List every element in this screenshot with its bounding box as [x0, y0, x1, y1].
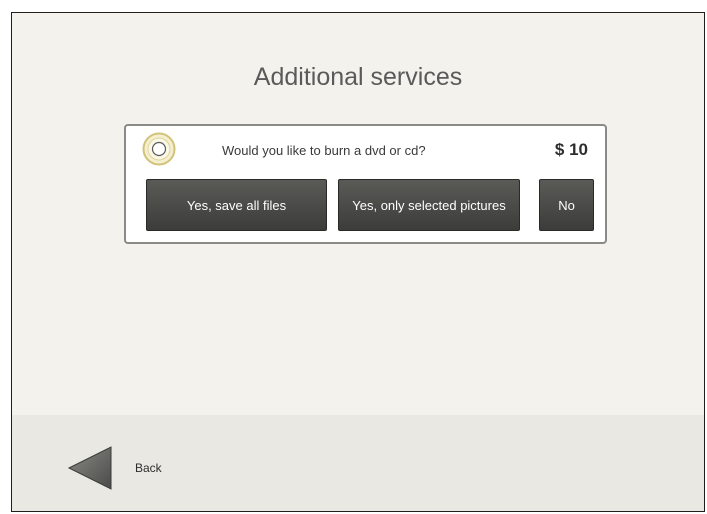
back-arrow-icon — [67, 446, 112, 490]
page-title: Additional services — [253, 63, 463, 91]
no-button[interactable]: No — [539, 179, 594, 231]
back-label: Back — [135, 461, 162, 475]
kiosk-screen: Additional services Would you like to bu… — [11, 12, 705, 512]
disc-icon — [142, 132, 176, 166]
selected-pictures-button[interactable]: Yes, only selected pictures — [338, 179, 520, 231]
footer-bar: Back — [12, 415, 704, 511]
dvd-service-panel: Would you like to burn a dvd or cd? $ 10… — [124, 124, 607, 244]
service-price: $ 10 — [554, 140, 588, 159]
service-question: Would you like to burn a dvd or cd? — [222, 143, 426, 158]
back-button[interactable]: Back — [67, 445, 177, 491]
save-all-files-button[interactable]: Yes, save all files — [146, 179, 327, 231]
